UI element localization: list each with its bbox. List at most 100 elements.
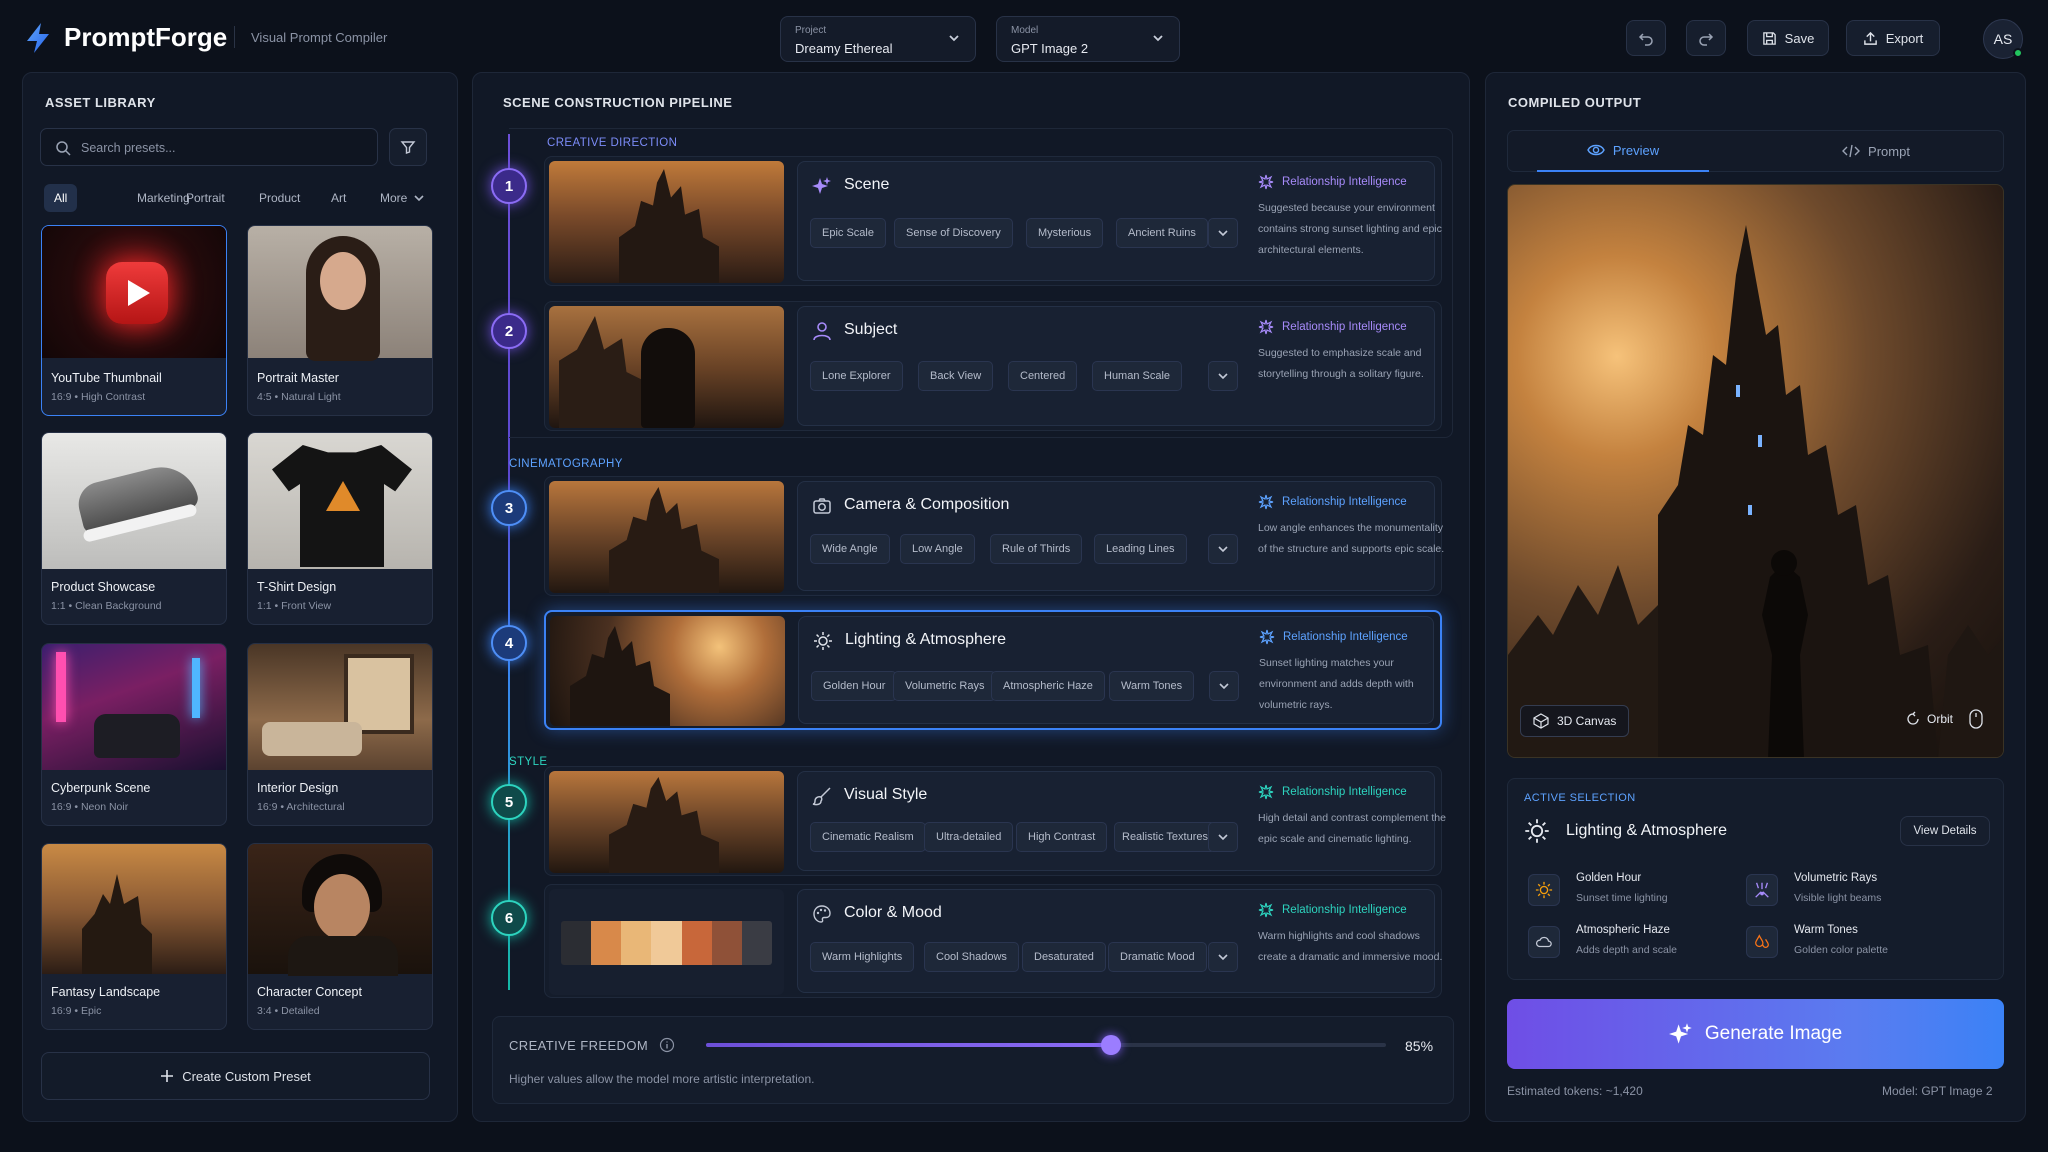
tag-chip[interactable]: Lone Explorer bbox=[810, 361, 903, 391]
save-button[interactable]: Save bbox=[1747, 20, 1829, 56]
ri-text: High detail and contrast complement the … bbox=[1258, 812, 1446, 845]
preview-image[interactable]: 3D Canvas Orbit bbox=[1507, 184, 2004, 758]
filter-button[interactable] bbox=[389, 128, 427, 166]
preset-card[interactable]: Fantasy Landscape 16:9 • Epic bbox=[41, 843, 227, 1030]
orbit-button[interactable]: Orbit bbox=[1905, 711, 1953, 727]
app-header: PromptForge Visual Prompt Compiler Proje… bbox=[0, 0, 2048, 72]
chevron-down-icon bbox=[1218, 373, 1228, 380]
tag-chip[interactable]: Golden Hour bbox=[811, 671, 898, 701]
preset-thumbnail bbox=[248, 433, 432, 569]
step-number-5[interactable]: 5 bbox=[491, 784, 527, 820]
tag-chip[interactable]: Cool Shadows bbox=[924, 942, 1019, 972]
step-number-2[interactable]: 2 bbox=[491, 313, 527, 349]
tag-chip[interactable]: Back View bbox=[918, 361, 994, 391]
step-number-1[interactable]: 1 bbox=[491, 168, 527, 204]
tag-chip[interactable]: Human Scale bbox=[1092, 361, 1183, 391]
preset-thumbnail bbox=[248, 644, 432, 770]
tag-chip[interactable]: Realistic Textures bbox=[1114, 822, 1216, 852]
expand-tags-button[interactable] bbox=[1208, 942, 1238, 972]
tag-chip[interactable]: Epic Scale bbox=[810, 218, 886, 248]
tag-chip[interactable]: Ultra-detailed bbox=[924, 822, 1014, 852]
filter-tab-more[interactable]: More bbox=[370, 184, 435, 212]
tag-chip[interactable]: Cinematic Realism bbox=[810, 822, 926, 852]
tag-chip[interactable]: Mysterious bbox=[1026, 218, 1104, 248]
tag-chip[interactable]: Wide Angle bbox=[810, 534, 890, 564]
preset-card[interactable]: Portrait Master 4:5 • Natural Light bbox=[247, 225, 433, 416]
tag-chip[interactable]: Atmospheric Haze bbox=[991, 671, 1105, 701]
filter-tab-product[interactable]: Product bbox=[249, 184, 310, 212]
preset-card[interactable]: Product Showcase 1:1 • Clean Background bbox=[41, 432, 227, 625]
preset-card[interactable]: Character Concept 3:4 • Detailed bbox=[247, 843, 433, 1030]
tag-chip[interactable]: Leading Lines bbox=[1094, 534, 1187, 564]
step-card: Camera & Composition Wide Angle Low Angl… bbox=[797, 481, 1444, 591]
palette-swatch bbox=[741, 921, 772, 965]
slider-thumb[interactable] bbox=[1100, 1035, 1121, 1055]
step-row-camera[interactable]: Camera & Composition Wide Angle Low Angl… bbox=[544, 476, 1444, 596]
slider-fill bbox=[706, 1043, 1111, 1047]
step-name: Visual Style bbox=[844, 786, 928, 803]
step-row-visual-style[interactable]: Visual Style Cinematic Realism Ultra-det… bbox=[544, 766, 1446, 876]
filter-tab-all[interactable]: All bbox=[44, 184, 78, 212]
preset-card[interactable]: T-Shirt Design 1:1 • Front View bbox=[247, 432, 433, 625]
step-name: Camera & Composition bbox=[844, 496, 1010, 513]
view-details-button[interactable]: View Details bbox=[1900, 816, 1990, 846]
preset-card[interactable]: YouTube Thumbnail 16:9 • High Contrast bbox=[41, 225, 227, 416]
expand-tags-button[interactable] bbox=[1209, 671, 1239, 701]
expand-tags-button[interactable] bbox=[1208, 534, 1238, 564]
tag-chip[interactable]: Volumetric Rays bbox=[893, 671, 997, 701]
tag-chip[interactable]: Dramatic Mood bbox=[1108, 942, 1207, 972]
project-dropdown[interactable]: Project Dreamy Ethereal bbox=[780, 16, 976, 62]
tag-chip[interactable]: Warm Highlights bbox=[810, 942, 915, 972]
tag-chip[interactable]: Ancient Ruins bbox=[1116, 218, 1208, 248]
preset-thumbnail bbox=[248, 226, 432, 361]
lighting-thumbnail bbox=[550, 616, 785, 726]
lightning-logo-icon bbox=[27, 23, 49, 53]
header-divider bbox=[234, 26, 235, 48]
export-label: Export bbox=[1885, 30, 1924, 46]
expand-tags-button[interactable] bbox=[1208, 822, 1238, 852]
tag-chip[interactable]: High Contrast bbox=[1016, 822, 1108, 852]
search-input[interactable]: Search presets... bbox=[40, 128, 378, 166]
step-row-subject[interactable]: Subject Lone Explorer Back View Centered… bbox=[544, 301, 1442, 431]
sun-icon bbox=[814, 632, 832, 650]
step-number-4[interactable]: 4 bbox=[491, 625, 527, 661]
tag-chip[interactable]: Rule of Thirds bbox=[990, 534, 1083, 564]
filter-tab-art[interactable]: Art bbox=[321, 184, 356, 212]
expand-tags-button[interactable] bbox=[1208, 361, 1238, 391]
preset-card[interactable]: Cyberpunk Scene 16:9 • Neon Noir bbox=[41, 643, 227, 826]
ri-label: Relationship Intelligence bbox=[1282, 176, 1407, 188]
step-row-color-mood[interactable]: Color & Mood Warm Highlights Cool Shadow… bbox=[544, 884, 1442, 998]
3d-canvas-button[interactable]: 3D Canvas bbox=[1520, 705, 1630, 737]
mouse-icon bbox=[1969, 709, 1983, 729]
chevron-down-icon bbox=[414, 195, 424, 202]
ri-label: Relationship Intelligence bbox=[1282, 321, 1407, 333]
undo-button[interactable] bbox=[1626, 20, 1666, 56]
preset-card[interactable]: Interior Design 16:9 • Architectural bbox=[247, 643, 433, 826]
tag-chip[interactable]: Warm Tones bbox=[1109, 671, 1195, 701]
step-number-6[interactable]: 6 bbox=[491, 900, 527, 936]
tag-chip[interactable]: Desaturated bbox=[1022, 942, 1106, 972]
filter-more-label: More bbox=[380, 191, 408, 205]
create-custom-preset-button[interactable]: Create Custom Preset bbox=[41, 1052, 430, 1100]
step-row-lighting[interactable]: Lighting & Atmosphere Golden Hour Volume… bbox=[544, 610, 1442, 730]
chevron-down-icon bbox=[1219, 683, 1229, 690]
step-row-scene[interactable]: Scene Epic Scale Sense of Discovery Myst… bbox=[544, 156, 1442, 286]
redo-button[interactable] bbox=[1686, 20, 1726, 56]
tab-prompt[interactable]: Prompt bbox=[1790, 130, 1962, 172]
model-dropdown[interactable]: Model GPT Image 2 bbox=[996, 16, 1180, 62]
create-preset-label: Create Custom Preset bbox=[182, 1068, 311, 1084]
tag-chip[interactable]: Sense of Discovery bbox=[894, 218, 1013, 248]
tag-chip[interactable]: Centered bbox=[1008, 361, 1078, 391]
export-button[interactable]: Export bbox=[1846, 20, 1940, 56]
filter-tab-portrait[interactable]: Portrait bbox=[176, 184, 235, 212]
step-number-3[interactable]: 3 bbox=[491, 490, 527, 526]
expand-tags-button[interactable] bbox=[1208, 218, 1238, 248]
tag-chip[interactable]: Low Angle bbox=[900, 534, 975, 564]
tab-preview[interactable]: Preview bbox=[1537, 130, 1709, 172]
active-item-atmospheric-haze: Atmospheric Haze Adds depth and scale bbox=[1528, 922, 1728, 966]
generate-image-button[interactable]: Generate Image bbox=[1507, 999, 2004, 1069]
camera-icon bbox=[813, 498, 831, 514]
palette-swatch bbox=[681, 921, 712, 965]
item-title: Golden Hour bbox=[1576, 872, 1642, 884]
creative-freedom-slider[interactable] bbox=[706, 1035, 1386, 1055]
